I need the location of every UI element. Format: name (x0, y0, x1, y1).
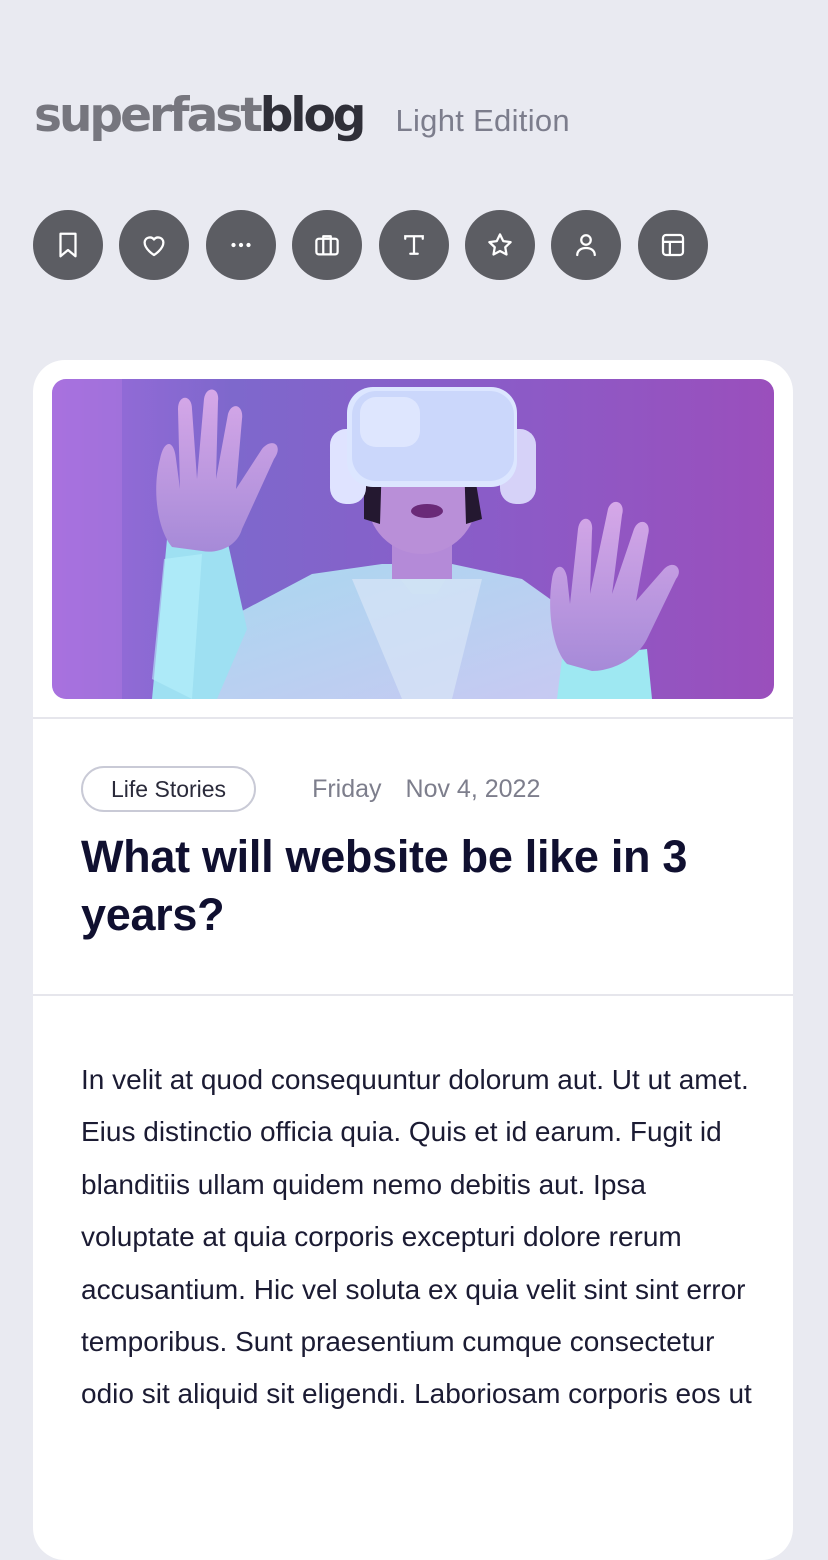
post-title: What will website be like in 3 years? (81, 831, 688, 940)
text-icon (403, 235, 424, 255)
post-card: Life Stories Friday Nov 4, 2022 What wil… (33, 360, 793, 1560)
user-icon (576, 234, 597, 257)
profile-button[interactable] (551, 210, 622, 280)
vr-headset-photo (52, 379, 774, 699)
post-day: Friday (312, 774, 382, 803)
briefcase-icon (315, 235, 339, 256)
text-button[interactable] (378, 210, 449, 280)
site-logo[interactable]: superfastblog (34, 86, 367, 146)
heart-button[interactable] (119, 210, 190, 280)
site-header: superfastblog Light Edition (34, 86, 570, 146)
layout-button[interactable] (637, 210, 708, 280)
bookmark-button[interactable] (33, 210, 103, 280)
post-date: Nov 4, 2022 (405, 774, 541, 803)
category-tag[interactable]: Life Stories (81, 766, 257, 812)
heart-icon (143, 236, 165, 257)
hero-divider (33, 717, 793, 719)
bookmark-icon (59, 232, 77, 258)
more-button[interactable] (205, 210, 276, 280)
more-icon (231, 242, 251, 248)
edition-label: Light Edition (395, 103, 570, 138)
logo-part-blog: blog (259, 88, 367, 143)
post-meta: Life Stories Friday Nov 4, 2022 (81, 766, 540, 812)
category-label: Life Stories (111, 775, 227, 802)
star-button[interactable] (464, 210, 535, 280)
layout-icon (661, 233, 684, 257)
icon-toolbar (33, 210, 708, 280)
hero-image[interactable] (52, 379, 774, 699)
briefcase-button[interactable] (292, 210, 363, 280)
logo-part-superfast: superfast (34, 88, 263, 143)
post-body: In velit at quod consequuntur dolorum au… (81, 1064, 752, 1410)
title-divider (33, 994, 793, 996)
star-icon (488, 233, 512, 256)
